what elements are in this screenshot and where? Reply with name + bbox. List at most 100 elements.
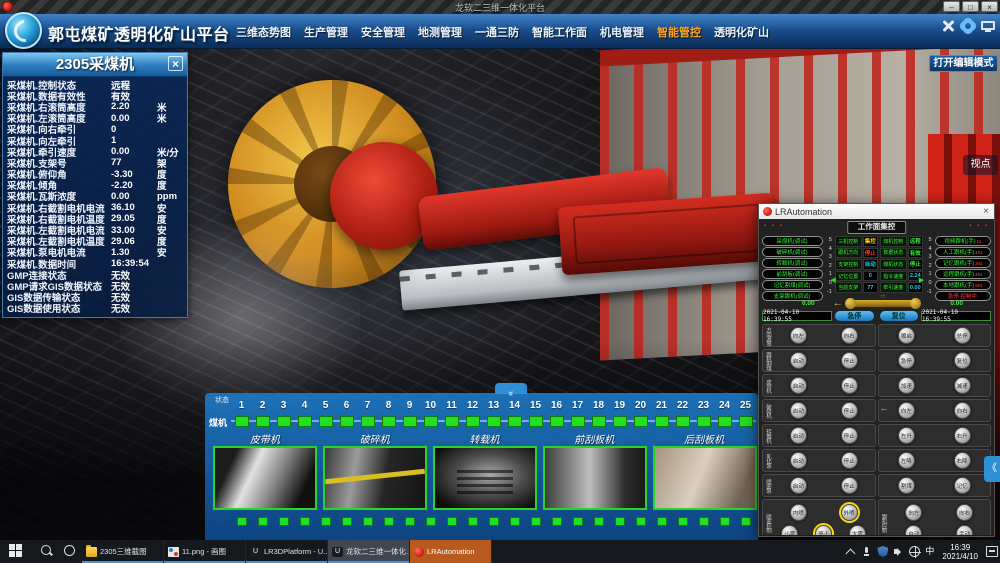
network-globe-icon[interactable] (909, 546, 920, 557)
emergency-stop-button[interactable]: 急停 (835, 311, 873, 321)
support-status-indicator[interactable] (319, 416, 333, 427)
round-button[interactable]: 内喷 (790, 504, 807, 521)
mode-button[interactable]: 视频跟机(手) 11 (935, 236, 991, 246)
status-indicator[interactable] (300, 517, 310, 526)
support-status-indicator[interactable] (424, 416, 438, 427)
round-button[interactable]: 停止 (841, 452, 858, 469)
taskbar-app-button[interactable]: LR3DPlatform - U... (246, 540, 328, 563)
status-indicator[interactable] (657, 517, 667, 526)
taskbar-app-button[interactable]: 2305三维截图 (82, 540, 164, 563)
speaker-icon[interactable] (893, 546, 904, 557)
viewpoint-tab[interactable]: 视点 (963, 155, 998, 175)
status-indicator[interactable] (720, 517, 730, 526)
mode-button[interactable]: 人工跟机(手) 101 (935, 247, 991, 257)
status-indicator[interactable] (636, 517, 646, 526)
nav-menu-item[interactable]: 安全管理 (361, 24, 405, 40)
task-view-icon[interactable] (64, 545, 75, 556)
language-indicator[interactable]: 中 (925, 546, 934, 557)
support-status-indicator[interactable] (298, 416, 312, 427)
round-button[interactable]: 减速 (954, 377, 971, 394)
support-status-indicator[interactable] (466, 416, 480, 427)
close-button[interactable]: × (981, 1, 998, 12)
gear-icon[interactable] (960, 18, 976, 34)
mode-button[interactable]: 前刮板(调试) (762, 269, 823, 279)
round-button[interactable]: 向右 (954, 402, 971, 419)
round-button[interactable]: 启动 (790, 452, 807, 469)
mode-button[interactable]: 转载机(调试) (762, 258, 823, 268)
maximize-button[interactable]: □ (962, 1, 979, 12)
status-indicator[interactable] (573, 517, 583, 526)
security-shield-icon[interactable] (877, 546, 888, 557)
status-indicator[interactable] (510, 517, 520, 526)
support-status-indicator[interactable] (382, 416, 396, 427)
action-center-icon[interactable] (986, 546, 998, 557)
hidden-icons-chevron-icon[interactable] (845, 546, 856, 557)
status-indicator[interactable] (321, 517, 331, 526)
round-button[interactable]: 向左 (898, 402, 915, 419)
support-status-indicator[interactable] (697, 416, 711, 427)
round-button[interactable]: 左降 (898, 452, 915, 469)
round-button[interactable]: 记忆 (954, 477, 971, 494)
support-status-indicator[interactable] (445, 416, 459, 427)
round-button[interactable]: 自动 (905, 525, 922, 535)
round-button[interactable]: 割煤 (898, 477, 915, 494)
microphone-icon[interactable] (861, 546, 872, 557)
support-status-indicator[interactable] (718, 416, 732, 427)
round-button[interactable]: 停止 (841, 352, 858, 369)
support-status-indicator[interactable] (529, 416, 543, 427)
mode-button[interactable]: 采煤机(调试) (762, 236, 823, 246)
support-status-indicator[interactable] (403, 416, 417, 427)
round-button[interactable]: 加速 (898, 377, 915, 394)
round-button[interactable]: 左升 (898, 427, 915, 444)
round-button[interactable]: 停止 (841, 427, 858, 444)
nav-menu-item[interactable]: 生产管理 (304, 24, 348, 40)
round-button[interactable]: 手动 (956, 525, 973, 535)
status-indicator[interactable] (741, 517, 751, 526)
support-status-indicator[interactable] (235, 416, 249, 427)
round-button[interactable]: 向左 (790, 327, 807, 344)
status-indicator[interactable] (363, 517, 373, 526)
camera-thumbnail[interactable] (543, 446, 647, 510)
camera-thumbnail[interactable] (213, 446, 317, 510)
round-button[interactable]: 停止 (841, 477, 858, 494)
round-button[interactable]: 复位 (954, 352, 971, 369)
camera-thumbnail[interactable] (323, 446, 427, 510)
round-button[interactable]: 停止 (841, 402, 858, 419)
mode-button[interactable]: 本地跟机(手) 501 (935, 280, 991, 290)
collapse-chevron-tab[interactable]: 《 (984, 456, 1000, 482)
status-indicator[interactable] (384, 517, 394, 526)
status-indicator[interactable] (237, 517, 247, 526)
round-button-selected[interactable]: 外喷 (841, 504, 858, 521)
round-button[interactable]: 启动 (790, 402, 807, 419)
round-button[interactable]: 向左 (905, 504, 922, 521)
round-button[interactable]: 大雾 (849, 525, 866, 535)
fullscreen-monitor-icon[interactable] (980, 18, 996, 34)
round-button[interactable]: 停止 (841, 377, 858, 394)
nav-menu-item[interactable]: 智能管控 (657, 24, 701, 40)
nav-menu-item[interactable]: 三维态势图 (236, 24, 291, 40)
support-status-indicator[interactable] (592, 416, 606, 427)
support-status-indicator[interactable] (550, 416, 564, 427)
support-status-indicator[interactable] (655, 416, 669, 427)
round-button[interactable]: 启动 (790, 427, 807, 444)
lr-close-icon[interactable]: × (983, 204, 989, 219)
clock[interactable]: 16:39 2021/4/10 (939, 543, 981, 561)
round-button[interactable]: 向右 (841, 327, 858, 344)
support-status-indicator[interactable] (676, 416, 690, 427)
taskbar-app-button[interactable]: 11.png - 画图 (164, 540, 246, 563)
shearer-position-glyph[interactable]: 77 (849, 300, 917, 307)
minimize-button[interactable]: – (943, 1, 960, 12)
support-status-indicator[interactable] (508, 416, 522, 427)
support-status-indicator[interactable] (634, 416, 648, 427)
round-button[interactable]: 启动 (790, 477, 807, 494)
support-status-indicator[interactable] (256, 416, 270, 427)
support-status-indicator[interactable] (571, 416, 585, 427)
status-indicator[interactable] (258, 517, 268, 526)
camera-panel-collapse-chevron[interactable]: « (495, 383, 527, 394)
status-indicator[interactable] (552, 517, 562, 526)
support-status-indicator[interactable] (361, 416, 375, 427)
round-button[interactable]: 小雾 (781, 525, 798, 535)
support-status-indicator[interactable] (613, 416, 627, 427)
nav-menu-item[interactable]: 透明化矿山 (714, 24, 769, 40)
mode-button[interactable]: 破碎机(调试) (762, 247, 823, 257)
